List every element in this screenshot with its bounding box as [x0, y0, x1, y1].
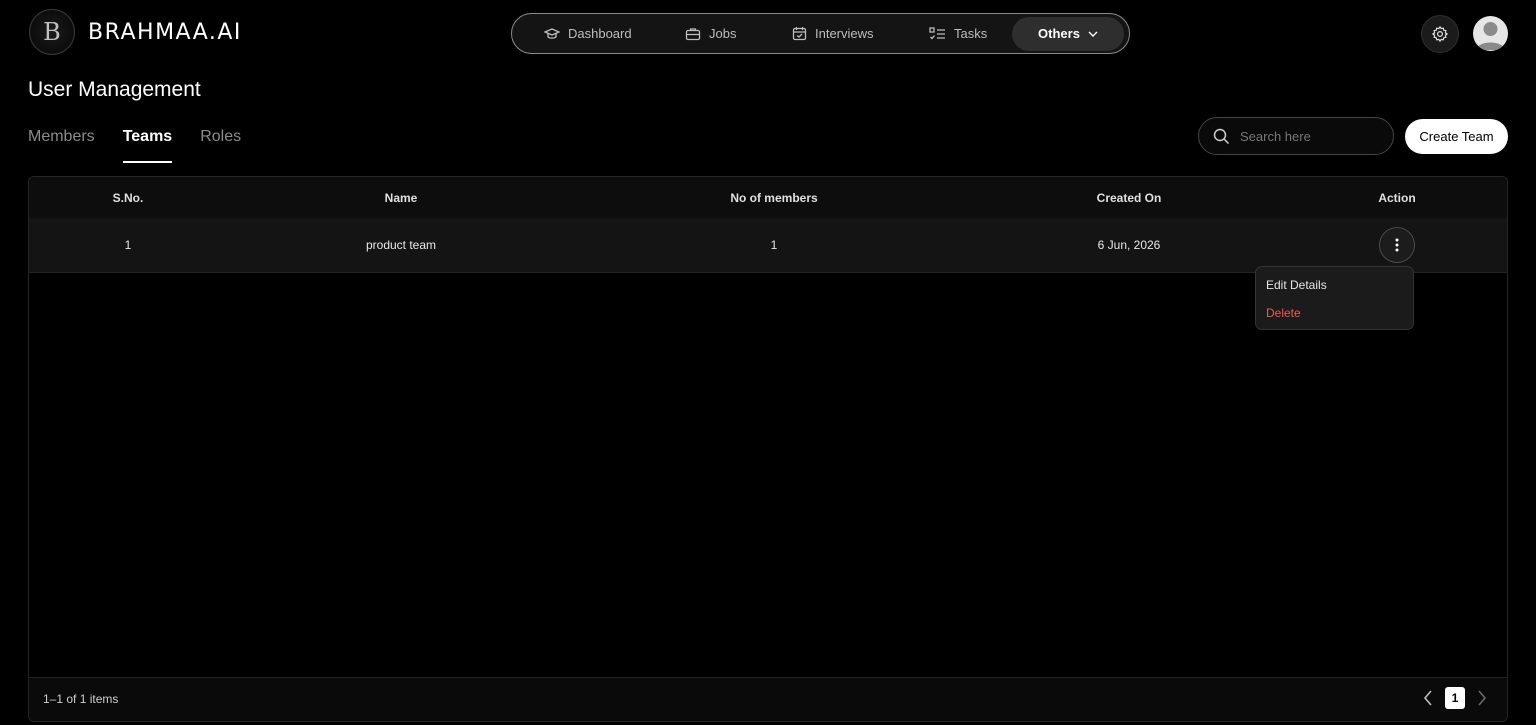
settings-button[interactable] — [1421, 15, 1459, 53]
briefcase-icon — [685, 27, 701, 40]
pagination: 1 — [1423, 687, 1487, 709]
main-nav: Dashboard Jobs Interviews Tasks Others — [511, 13, 1130, 54]
column-header-action: Action — [1378, 190, 1416, 205]
calendar-check-icon — [792, 27, 807, 41]
cell-name: product team — [365, 238, 437, 252]
nav-label-tasks: Tasks — [954, 26, 988, 41]
nav-label-others: Others — [1038, 26, 1080, 41]
checklist-icon — [929, 26, 945, 39]
column-header-sno: S.No. — [112, 190, 144, 205]
cell-created: 6 Jun, 2026 — [1097, 238, 1161, 252]
tab-members[interactable]: Members — [28, 126, 95, 163]
cell-members: 1 — [770, 238, 778, 252]
column-header-name: Name — [384, 190, 418, 205]
chevron-down-icon — [1088, 31, 1098, 37]
chevron-right-icon[interactable] — [1477, 690, 1487, 706]
search-box — [1198, 117, 1394, 155]
teams-table: S.No. Name No of members Created On Acti… — [28, 176, 1508, 722]
menu-item-edit-details[interactable]: Edit Details — [1256, 277, 1413, 305]
user-avatar[interactable] — [1473, 16, 1508, 51]
nav-item-jobs[interactable]: Jobs — [685, 17, 792, 51]
tab-teams[interactable]: Teams — [122, 126, 172, 163]
tab-roles[interactable]: Roles — [200, 126, 241, 163]
page-title: User Management — [28, 78, 201, 101]
pagination-summary: 1–1 of 1 items — [43, 692, 119, 706]
tab-bar: Members Teams Roles — [28, 126, 269, 166]
row-actions-button[interactable] — [1379, 227, 1415, 263]
nav-item-interviews[interactable]: Interviews — [792, 17, 929, 51]
more-vertical-icon — [1395, 238, 1399, 252]
nav-label-dashboard: Dashboard — [568, 26, 632, 41]
chevron-left-icon[interactable] — [1423, 690, 1433, 706]
user-avatar-icon — [1476, 22, 1505, 50]
table-footer: 1–1 of 1 items 1 — [29, 677, 1507, 721]
nav-item-tasks[interactable]: Tasks — [929, 17, 1012, 51]
top-bar: B BRAHMAA.AI Dashboard Jobs Interviews T… — [0, 0, 1536, 66]
brand-logo[interactable]: B BRAHMAA.AI — [29, 9, 242, 55]
page-button-current[interactable]: 1 — [1445, 687, 1465, 709]
nav-item-dashboard[interactable]: Dashboard — [544, 17, 685, 51]
nav-label-jobs: Jobs — [709, 26, 737, 41]
graduation-cap-icon — [544, 27, 560, 39]
brand-name: BRAHMAA.AI — [88, 19, 242, 45]
nav-item-others[interactable]: Others — [1012, 16, 1124, 51]
cell-sno: 1 — [124, 238, 132, 252]
create-team-button[interactable]: Create Team — [1405, 119, 1508, 154]
table-row[interactable]: 1 product team 1 6 Jun, 2026 — [29, 218, 1507, 273]
cell-action — [1285, 218, 1507, 272]
logo-mark: B — [29, 9, 75, 55]
column-header-created: Created On — [1096, 190, 1162, 205]
column-header-members: No of members — [730, 190, 818, 205]
menu-item-delete[interactable]: Delete — [1256, 305, 1413, 333]
row-actions-menu: Edit Details Delete — [1255, 266, 1414, 330]
nav-label-interviews: Interviews — [815, 26, 874, 41]
table-header: S.No. Name No of members Created On Acti… — [29, 177, 1507, 218]
search-input[interactable] — [1240, 128, 1380, 144]
search-icon — [1213, 128, 1230, 144]
gear-icon — [1431, 25, 1449, 43]
